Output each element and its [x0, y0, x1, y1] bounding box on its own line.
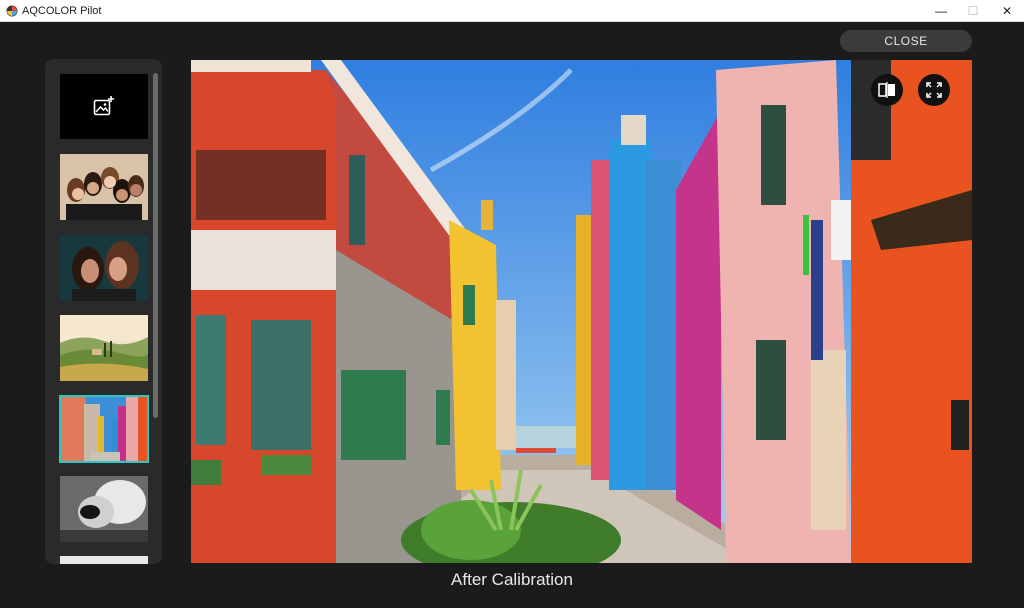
add-image-icon: [93, 96, 114, 116]
compare-button[interactable]: [871, 74, 903, 106]
thumbnail-partial[interactable]: [60, 556, 148, 564]
compare-icon: [878, 82, 895, 98]
sidebar-scrollbar[interactable]: [153, 73, 158, 418]
window-title: AQCOLOR Pilot: [22, 5, 102, 17]
thumbnail-bw-portrait[interactable]: [60, 476, 148, 542]
maximize-button[interactable]: ☐: [956, 0, 990, 22]
fullscreen-button[interactable]: [918, 74, 950, 106]
add-image-tile[interactable]: [60, 74, 148, 139]
close-button[interactable]: CLOSE: [840, 30, 972, 52]
fullscreen-icon: [926, 82, 942, 98]
minimize-button[interactable]: —: [924, 0, 958, 22]
title-bar: AQCOLOR Pilot — ☐ ✕: [0, 0, 1024, 22]
thumbnail-group-portrait[interactable]: [60, 154, 148, 220]
street-photo: [191, 60, 972, 563]
image-viewer[interactable]: [191, 60, 972, 563]
thumbnail-two-portraits[interactable]: [60, 235, 148, 301]
thumbnail-colorful-street[interactable]: [59, 395, 149, 463]
thumbnail-landscape-hills[interactable]: [60, 315, 148, 381]
window-close-button[interactable]: ✕: [990, 0, 1024, 22]
app-logo-icon: [6, 5, 18, 17]
image-caption: After Calibration: [451, 570, 573, 589]
